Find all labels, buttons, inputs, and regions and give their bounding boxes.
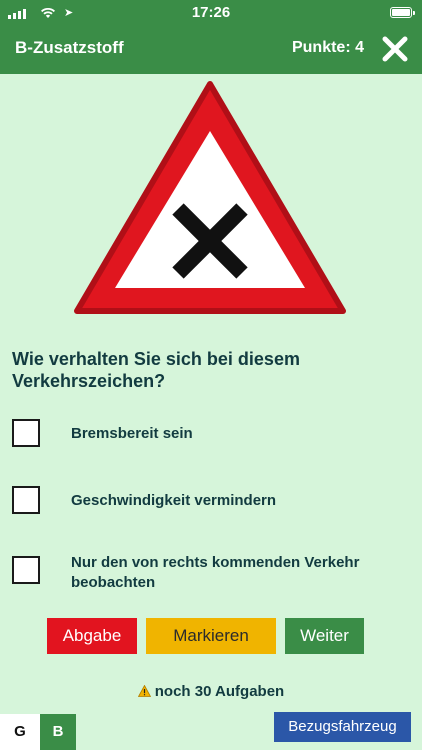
- status-time: 17:26: [191, 4, 231, 21]
- battery-icon: [390, 7, 415, 18]
- intersection-warning-sign-icon: [60, 76, 360, 324]
- submit-button[interactable]: Abgabe: [47, 618, 137, 654]
- answer-label: Geschwindigkeit vermindern: [71, 492, 277, 509]
- tab-g[interactable]: G: [0, 714, 40, 750]
- answer-label: Bremsbereit sein: [71, 425, 193, 442]
- score-label: Punkte: 4: [291, 39, 364, 56]
- question-text: Wie verhalten Sie sich bei diesem Verkeh…: [12, 349, 300, 391]
- remaining-tasks: noch 30 Aufgaben: [0, 683, 422, 700]
- mark-button[interactable]: Markieren: [146, 618, 276, 654]
- answer-label: Nur den von rechts kommenden Verkehr beo…: [71, 554, 360, 591]
- reference-vehicle-button[interactable]: Bezugsfahrzeug: [274, 712, 411, 742]
- answer-option-3[interactable]: Nur den von rechts kommenden Verkehr beo…: [12, 554, 412, 600]
- answer-checkbox[interactable]: [12, 486, 40, 514]
- app-header: B-Zusatzstoff Punkte: 4: [0, 26, 422, 74]
- next-button[interactable]: Weiter: [285, 618, 364, 654]
- answer-checkbox[interactable]: [12, 556, 40, 584]
- close-icon[interactable]: [381, 35, 409, 63]
- remaining-tasks-label: noch 30 Aufgaben: [154, 683, 285, 700]
- status-bar: ➤ 17:26: [0, 0, 422, 26]
- page-title: B-Zusatzstoff: [15, 38, 124, 57]
- tab-b[interactable]: B: [40, 714, 76, 750]
- answer-checkbox[interactable]: [12, 419, 40, 447]
- answer-option-1[interactable]: Bremsbereit sein: [12, 419, 412, 451]
- answer-option-2[interactable]: Geschwindigkeit vermindern: [12, 486, 412, 518]
- warning-icon: [137, 685, 151, 697]
